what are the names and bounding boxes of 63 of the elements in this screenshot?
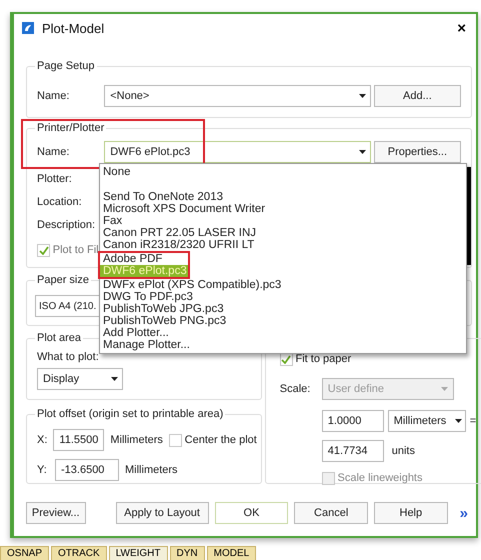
status-toggle[interactable]: LWEIGHT (108, 546, 168, 560)
field-label: X: (37, 434, 48, 446)
group-title: Paper size (35, 274, 91, 287)
status-toggle[interactable]: OTRACK (51, 546, 107, 560)
printer-select[interactable]: DWF6 ePlot.pc3 (104, 141, 372, 163)
checkbox-label: Center the plot (184, 434, 257, 446)
field-label: Y: (37, 464, 48, 476)
field-label: Name: (37, 90, 70, 102)
field-label: Scale: (280, 382, 312, 396)
unit-label: Millimeters (110, 434, 163, 446)
dropdown-option[interactable]: Manage Plotter... (100, 339, 466, 351)
dropdown-option[interactable]: Canon PRT 22.05 LASER INJ (100, 227, 466, 239)
dialog-button[interactable]: OK (214, 502, 288, 524)
equals-sign: = (470, 414, 476, 428)
unit-label: Millimeters (125, 464, 178, 476)
status-toggle[interactable]: MODEL (206, 546, 256, 560)
field-label: Plotter: (37, 173, 72, 186)
add-button[interactable]: Add... (374, 85, 461, 107)
dropdown-option[interactable]: Microsoft XPS Document Writer (100, 203, 466, 215)
field-label: Location: (37, 196, 82, 209)
checkbox[interactable] (168, 434, 182, 446)
checkbox-label: Plot to Fil (52, 244, 99, 257)
caret-icon (441, 387, 448, 391)
units-label: units (392, 444, 415, 458)
checkbox-label: Fit to paper (296, 353, 352, 366)
dropdown-option[interactable]: Canon iR2318/2320 UFRII LT (100, 239, 466, 251)
checkbox-label: Scale lineweights (338, 472, 422, 485)
units-field[interactable]: 41.7734 (322, 440, 384, 462)
offset-field[interactable]: 11.5500 (53, 429, 104, 451)
caret-icon (358, 94, 366, 98)
dialog-button[interactable]: Apply to Layout (116, 502, 209, 524)
status-toggle[interactable]: OSNAP (0, 546, 50, 560)
checkbox[interactable] (280, 353, 293, 366)
dropdown-option[interactable]: None (100, 166, 466, 178)
dropdown-option[interactable]: Fax (100, 215, 466, 227)
dropdown-option[interactable]: Send To OneNote 2013 (100, 191, 466, 203)
dialog-button[interactable]: Cancel (294, 502, 368, 524)
dropdown-option[interactable]: Add Plotter... (100, 327, 466, 339)
dropdown-option[interactable]: DWFx ePlot (XPS Compatible).pc3 (100, 279, 466, 291)
dialog-button[interactable]: Help (374, 502, 448, 524)
dropdown-option[interactable]: Adobe PDF (100, 253, 188, 265)
field-label: Name: (37, 146, 70, 158)
field-label: Description: (37, 219, 96, 232)
field-label: What to plot: (37, 351, 100, 364)
status-toggle[interactable]: DYN (170, 546, 205, 560)
window-title: Plot-Model (42, 22, 104, 34)
group-title: Plot offset (origin set to printable area) (35, 408, 226, 421)
plot-area-select[interactable]: Display (37, 368, 123, 390)
properties-button[interactable]: Properties... (374, 141, 461, 163)
page-setup-select[interactable]: <None> (104, 85, 372, 107)
close-button[interactable]: × (453, 20, 470, 36)
expand-button[interactable]: » (456, 506, 472, 520)
group-title: Page Setup (35, 60, 96, 73)
caret-icon (110, 377, 118, 381)
unit-select[interactable]: Millimeters (388, 410, 466, 432)
caret-icon (454, 419, 462, 423)
dropdown-option[interactable]: PublishToWeb PNG.pc3 (100, 315, 466, 327)
app-icon (20, 20, 36, 36)
dialog-button[interactable]: Preview... (26, 502, 86, 524)
checkbox[interactable] (37, 244, 50, 257)
scale-field[interactable]: 1.0000 (322, 410, 384, 432)
offset-field[interactable]: -13.6500 (55, 459, 119, 481)
caret-icon (358, 150, 366, 154)
